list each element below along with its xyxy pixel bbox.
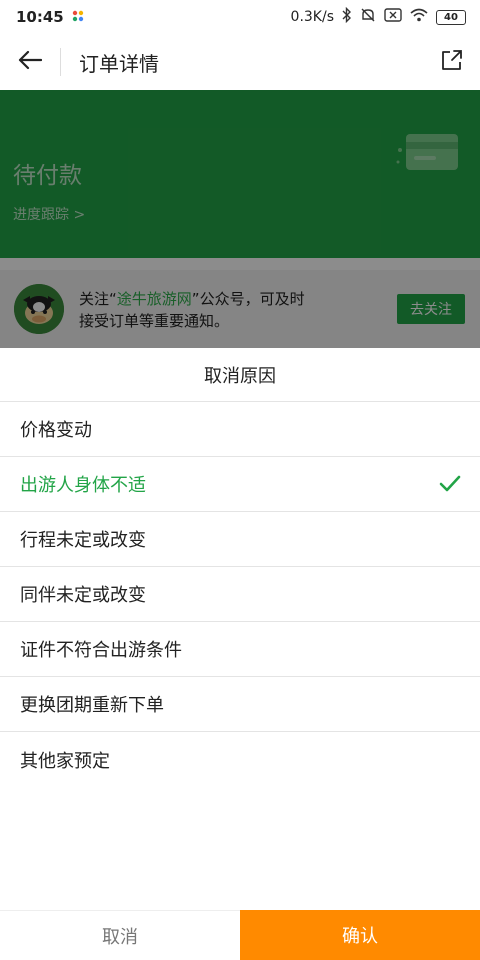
action-bar: 取消 确认 [0,910,480,960]
share-button[interactable] [436,46,468,78]
confirm-button[interactable]: 确认 [240,910,480,960]
reason-label: 更换团期重新下单 [20,695,164,716]
brand-name: 途牛旅游网 [116,290,192,308]
follow-message: 关注“途牛旅游网”公众号，可及时接受订单等重要通知。 [79,288,319,332]
reason-label: 其他家预定 [20,750,110,772]
tuniu-logo-avatar [14,284,64,334]
order-status-banner: 待付款 进度跟踪 > [0,90,480,258]
follow-text-prefix: 关注“ [79,290,117,308]
reason-list: 价格变动出游人身体不适 行程未定或改变 同伴未定或改变证件不符合出游条件 更换团期重新… [0,402,480,787]
status-bar: 10:45 0.3K/s 40 [0,0,480,34]
share-icon [440,48,464,76]
status-time: 10:45 [16,8,64,26]
reason-label: 价格变动 [20,420,92,441]
progress-tracking-link[interactable]: 进度跟踪 > [13,204,85,224]
reason-item[interactable]: 价格变动 [0,402,480,457]
reason-item[interactable]: 证件不符合出游条件 [0,622,480,677]
header-divider [60,48,61,76]
reason-item[interactable]: 同伴未定或改变 [0,567,480,622]
reason-label: 行程未定或改变 [20,530,146,551]
payment-card-icon [396,134,458,170]
reason-item[interactable]: 出游人身体不适 [0,457,480,512]
order-status-text: 待付款 [13,163,82,189]
checkmark-icon [438,473,462,495]
arrow-left-icon [18,50,43,74]
cancel-reason-sheet: 取消原因 价格变动出游人身体不适 行程未定或改变 同伴未定或改变证件不符合出游条件更… [0,348,480,960]
mute-icon [360,7,376,27]
sim-icon [384,8,402,26]
battery-icon: 40 [436,9,466,25]
app-header: 订单详情 [0,34,480,90]
follow-official-account-bar: 关注“途牛旅游网”公众号，可及时接受订单等重要通知。 去关注 [0,270,480,348]
back-button[interactable] [0,34,60,90]
reason-item[interactable]: 更换团期重新下单 [0,677,480,732]
order-detail-page: 10:45 0.3K/s 40 订单详情 待付款 进度跟踪 > 关注“途牛旅游网… [0,0,480,960]
follow-button[interactable]: 去关注 [397,294,465,324]
bluetooth-icon [342,6,352,27]
cancel-button[interactable]: 取消 [0,910,240,960]
page-title: 订单详情 [79,51,159,76]
reason-item[interactable]: 行程未定或改变 [0,512,480,567]
wifi-icon [410,8,428,26]
app-notification-icon [72,8,84,26]
reason-label: 证件不符合出游条件 [20,640,182,661]
reason-item[interactable]: 其他家预定 [0,732,480,787]
reason-label: 同伴未定或改变 [20,585,146,606]
reason-label: 出游人身体不适 [20,475,146,496]
network-speed: 0.3K/s [290,9,334,25]
sheet-title: 取消原因 [0,348,480,402]
